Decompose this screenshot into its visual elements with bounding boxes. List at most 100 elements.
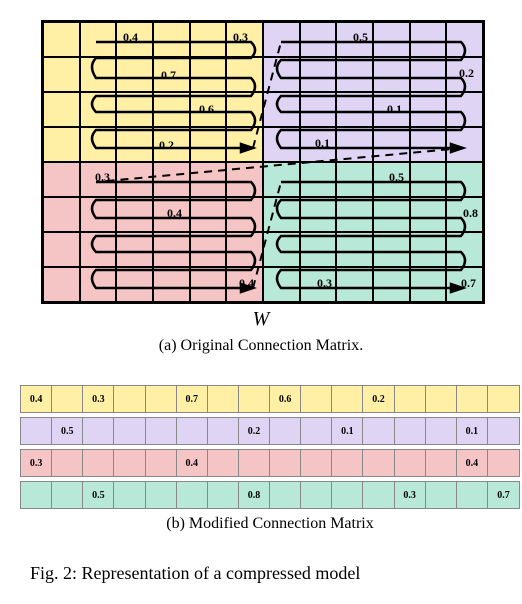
array-row: 0.40.30.70.60.2 [20, 385, 520, 413]
array-cell [426, 386, 457, 412]
matrix-cell [373, 232, 410, 267]
array-cell [270, 482, 301, 508]
matrix-cell [226, 22, 263, 57]
matrix-cell [116, 127, 153, 162]
array-cell [332, 482, 363, 508]
matrix-cell [263, 197, 300, 232]
matrix-cell [300, 57, 337, 92]
matrix-cell [373, 267, 410, 302]
matrix-cell [410, 127, 447, 162]
array-cell [270, 450, 301, 476]
array-cell: 0.4 [457, 450, 488, 476]
matrix-cell [446, 127, 483, 162]
array-cell: 0.2 [363, 386, 394, 412]
matrix-cell [336, 22, 373, 57]
array-cell [83, 418, 114, 444]
array-cell [363, 482, 394, 508]
array-cell: 0.4 [21, 386, 52, 412]
array-cell [488, 418, 519, 444]
matrix-cell [410, 162, 447, 197]
matrix-cell [446, 267, 483, 302]
matrix-cell [80, 232, 117, 267]
matrix-cell [80, 57, 117, 92]
matrix-cell [336, 162, 373, 197]
matrix-cell [43, 162, 80, 197]
matrix-cell [410, 267, 447, 302]
matrix-cell [80, 162, 117, 197]
array-cell [457, 482, 488, 508]
array-cell: 0.1 [457, 418, 488, 444]
array-cell [21, 418, 52, 444]
array-row: 0.50.80.30.7 [20, 481, 520, 509]
matrix-cell [43, 22, 80, 57]
array-cell: 0.4 [177, 450, 208, 476]
matrix-cell [43, 127, 80, 162]
matrix-cell [43, 197, 80, 232]
array-cell [395, 450, 426, 476]
matrix-cell [263, 267, 300, 302]
array-cell [426, 450, 457, 476]
array-cell [395, 418, 426, 444]
array-cell: 0.3 [21, 450, 52, 476]
matrix-cell [43, 267, 80, 302]
array-cell [457, 386, 488, 412]
matrix-cell [80, 22, 117, 57]
matrix-cell [80, 92, 117, 127]
matrix-cell [446, 232, 483, 267]
matrix-cell [116, 162, 153, 197]
matrix-cell [116, 92, 153, 127]
matrix-cell [410, 57, 447, 92]
matrix-cell [446, 162, 483, 197]
matrix-cell [410, 232, 447, 267]
matrix-cell [190, 197, 227, 232]
modified-connection-matrix: 0.40.30.70.60.20.50.20.10.10.30.40.40.50… [20, 385, 520, 533]
figure-title: Fig. 2: Representation of a compressed m… [20, 563, 502, 584]
array-cell [301, 450, 332, 476]
array-cell [146, 482, 177, 508]
array-cell [177, 482, 208, 508]
array-cell [488, 450, 519, 476]
matrix-cell [336, 232, 373, 267]
matrix-cell [300, 22, 337, 57]
array-cell [239, 386, 270, 412]
matrix-cell [336, 267, 373, 302]
matrix-cell [446, 57, 483, 92]
matrix-cell [116, 197, 153, 232]
array-cell: 0.5 [83, 482, 114, 508]
matrix-cell [226, 267, 263, 302]
array-cell [114, 418, 145, 444]
matrix-cell [80, 197, 117, 232]
matrix-cell [43, 92, 80, 127]
array-cell: 0.3 [395, 482, 426, 508]
matrix-cell [336, 127, 373, 162]
matrix-cell [153, 92, 190, 127]
matrix-cell [373, 22, 410, 57]
array-cell [83, 450, 114, 476]
matrix-cell [43, 57, 80, 92]
array-cell [301, 418, 332, 444]
matrix-cell [153, 267, 190, 302]
matrix-cell [80, 127, 117, 162]
matrix-cell [153, 22, 190, 57]
matrix-cell [373, 127, 410, 162]
array-cell [146, 418, 177, 444]
matrix-cell [263, 127, 300, 162]
array-cell [332, 386, 363, 412]
matrix-cell [226, 127, 263, 162]
caption-b: (b) Modified Connection Matrix [20, 515, 520, 533]
array-cell: 0.5 [52, 418, 83, 444]
original-connection-matrix: 0.40.30.70.60.20.50.20.10.10.30.40.40.50… [41, 20, 481, 355]
matrix-cell [190, 57, 227, 92]
array-cell: 0.7 [177, 386, 208, 412]
matrix-cell [153, 232, 190, 267]
matrix-cell [263, 92, 300, 127]
array-cell [332, 450, 363, 476]
array-row: 0.3 0.4 0.4 [20, 449, 520, 477]
array-cell [270, 418, 301, 444]
array-cell [114, 386, 145, 412]
array-cell [395, 386, 426, 412]
matrix-cell [226, 92, 263, 127]
matrix-cell [300, 162, 337, 197]
matrix-cell [446, 22, 483, 57]
matrix-cell [373, 162, 410, 197]
